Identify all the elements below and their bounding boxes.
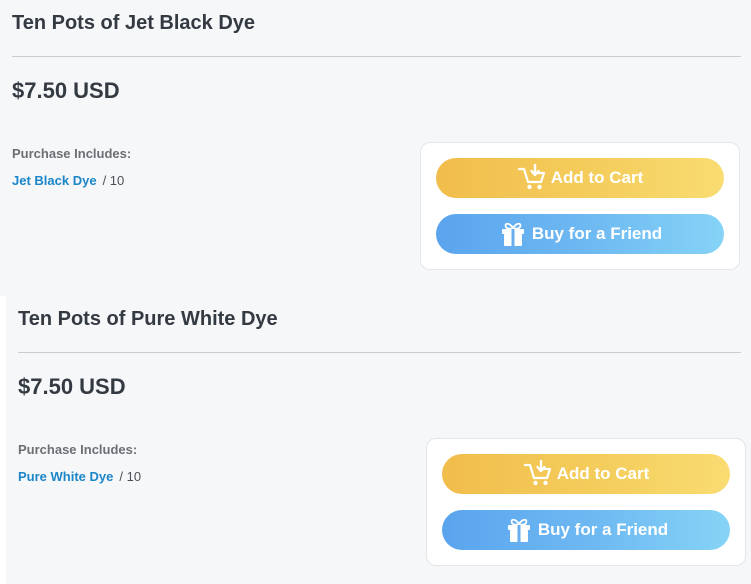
gift-box-icon <box>498 220 528 248</box>
included-item-link[interactable]: Pure White Dye <box>18 469 113 484</box>
product-price: $7.50 USD <box>18 374 126 399</box>
divider <box>12 56 741 57</box>
product-card-pure-white-dye: Ten Pots of Pure White Dye $7.50 USD Pur… <box>6 296 751 584</box>
included-item-quantity: / 10 <box>119 469 142 484</box>
included-item-link[interactable]: Jet Black Dye <box>12 173 97 188</box>
add-to-cart-button[interactable]: Add to Cart <box>436 158 724 198</box>
buy-for-friend-button[interactable]: Buy for a Friend <box>442 510 730 550</box>
cart-download-icon <box>523 460 553 488</box>
purchase-actions-panel: Add to Cart Buy for a Friend <box>426 438 746 566</box>
add-to-cart-label: Add to Cart <box>550 168 644 187</box>
included-item-quantity: / 10 <box>102 173 125 188</box>
purchase-includes-label: Purchase Includes: <box>18 442 138 457</box>
store-page: Ten Pots of Jet Black Dye $7.50 USD Purc… <box>0 0 751 584</box>
divider <box>18 352 741 353</box>
add-to-cart-button[interactable]: Add to Cart <box>442 454 730 494</box>
included-item: Pure White Dye / 10 <box>18 469 141 484</box>
product-card-jet-black-dye: Ten Pots of Jet Black Dye $7.50 USD Purc… <box>0 0 751 296</box>
add-to-cart-label: Add to Cart <box>556 464 650 483</box>
buy-for-friend-label: Buy for a Friend <box>537 520 669 539</box>
buy-for-friend-label: Buy for a Friend <box>531 224 663 243</box>
product-title: Ten Pots of Pure White Dye <box>18 308 278 330</box>
purchase-includes-label: Purchase Includes: <box>12 146 132 161</box>
product-price: $7.50 USD <box>12 78 120 103</box>
purchase-actions-panel: Add to Cart Buy for a Friend <box>420 142 740 270</box>
cart-download-icon <box>517 164 547 192</box>
buy-for-friend-button[interactable]: Buy for a Friend <box>436 214 724 254</box>
product-title: Ten Pots of Jet Black Dye <box>12 12 256 34</box>
included-item: Jet Black Dye / 10 <box>12 173 124 188</box>
gift-box-icon <box>504 516 534 544</box>
